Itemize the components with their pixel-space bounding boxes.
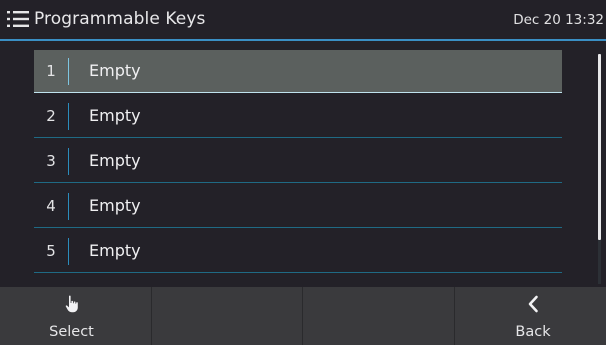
- header-bar: Programmable Keys Dec 20 13:32: [0, 0, 606, 39]
- list-item[interactable]: 5 Empty: [34, 230, 562, 273]
- back-softkey[interactable]: Back: [455, 287, 606, 345]
- select-softkey-label: Select: [49, 324, 94, 340]
- list-menu-icon[interactable]: [7, 10, 29, 28]
- row-divider: [68, 193, 69, 220]
- chevron-left-icon: [458, 293, 606, 315]
- list-item[interactable]: 4 Empty: [34, 185, 562, 228]
- empty-softkey-3[interactable]: [303, 287, 455, 345]
- row-label: Empty: [89, 151, 141, 170]
- row-index: 4: [46, 197, 56, 215]
- list-item[interactable]: 1 Empty: [34, 50, 562, 93]
- row-index: 3: [46, 152, 56, 170]
- empty-softkey-2[interactable]: [152, 287, 303, 345]
- list-item[interactable]: 3 Empty: [34, 140, 562, 183]
- row-label: Empty: [89, 241, 141, 260]
- row-label: Empty: [89, 61, 141, 80]
- date-time-display: Dec 20 13:32: [513, 12, 604, 28]
- row-divider: [68, 238, 69, 265]
- row-index: 5: [46, 242, 56, 260]
- row-divider: [68, 103, 69, 130]
- row-divider: [68, 148, 69, 175]
- page-title: Programmable Keys: [34, 9, 206, 29]
- row-index: 1: [46, 62, 56, 80]
- row-index: 2: [46, 107, 56, 125]
- softkey-bar: Select Back: [0, 287, 606, 345]
- row-label: Empty: [89, 196, 141, 215]
- scrollbar-thumb[interactable]: [598, 54, 601, 240]
- header-divider: [0, 39, 606, 41]
- row-divider: [68, 58, 69, 85]
- row-label: Empty: [89, 106, 141, 125]
- hand-pointer-icon: [0, 293, 143, 315]
- select-softkey[interactable]: Select: [0, 287, 152, 345]
- programmable-keys-list: 1 Empty 2 Empty 3 Empty 4 Empty 5 Empty: [34, 50, 562, 275]
- back-softkey-label: Back: [515, 324, 551, 340]
- list-item[interactable]: 2 Empty: [34, 95, 562, 138]
- phone-screen: Programmable Keys Dec 20 13:32 1 Empty 2…: [0, 0, 606, 345]
